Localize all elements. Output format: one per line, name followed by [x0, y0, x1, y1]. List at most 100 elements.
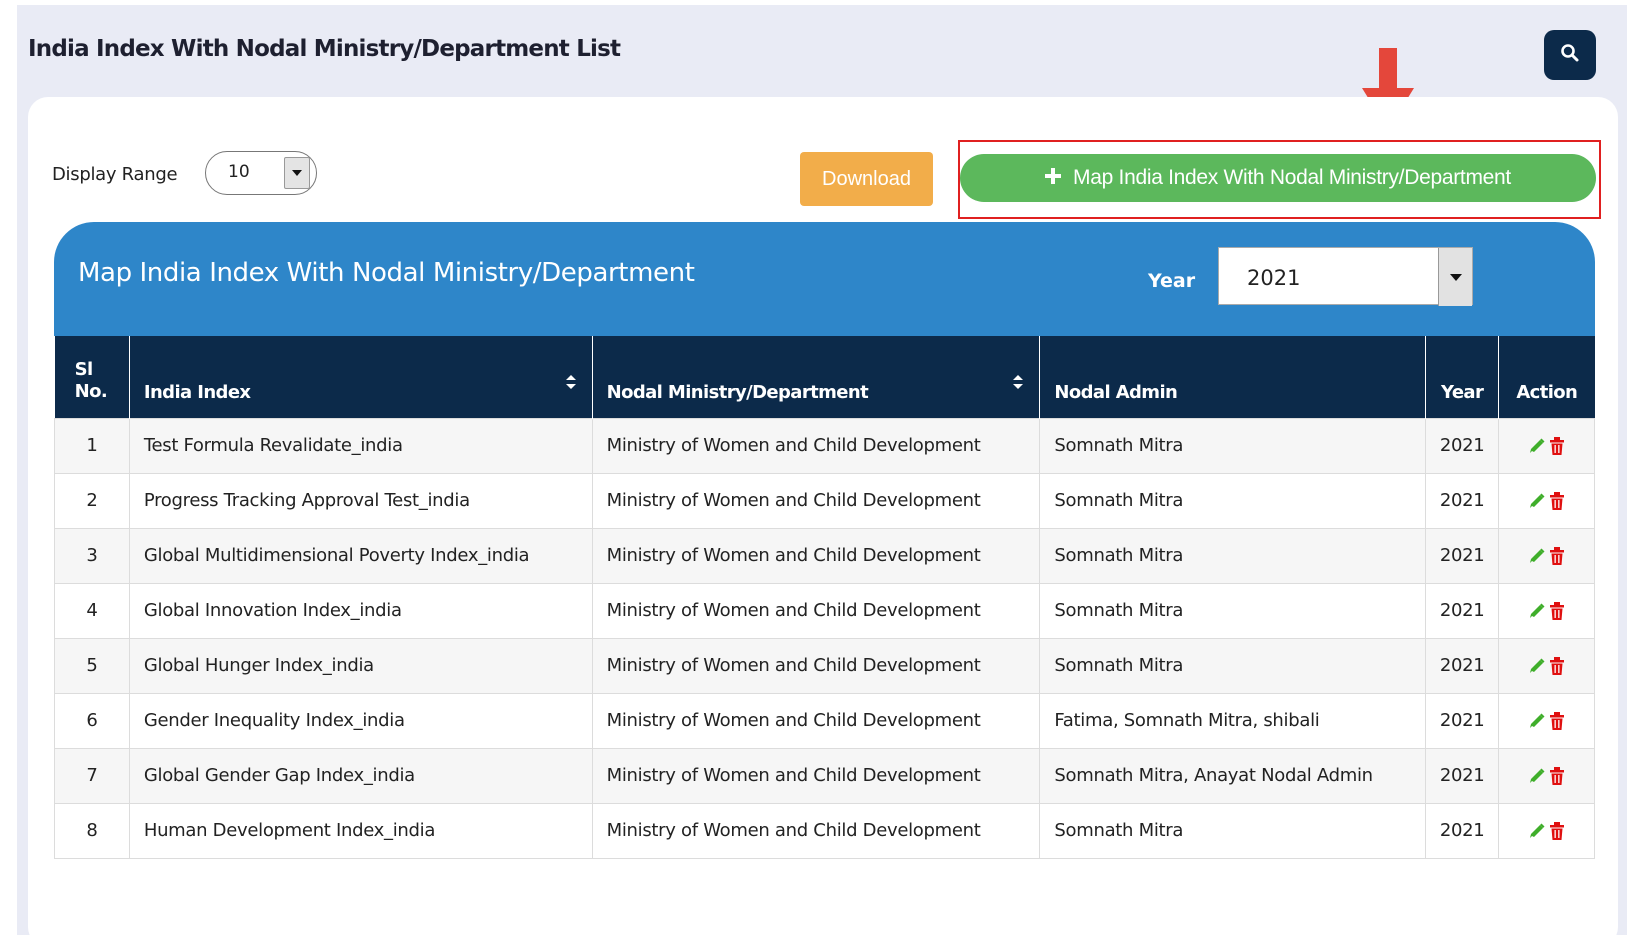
column-header-index[interactable]: India Index — [129, 336, 593, 418]
cell-nodal-ministry: Ministry of Women and Child Development — [591, 472, 1041, 529]
column-header-label: India Index — [143, 381, 251, 403]
cell-india-index: Global Gender Gap Index_india — [128, 747, 593, 804]
table-row: 5 Global Hunger Index_india Ministry of Wo… — [54, 637, 1595, 694]
year-filter-label: Year — [1148, 270, 1196, 292]
index-table: Sl No. India Index Nodal Ministry/Depart… — [54, 336, 1595, 859]
table-row: 8 Human Development Index_india Ministry o… — [54, 802, 1595, 859]
cell-action — [1498, 637, 1595, 694]
cell-nodal-ministry: Ministry of Women and Child Development — [591, 802, 1041, 859]
caret-down-icon[interactable] — [1438, 248, 1472, 306]
trash-icon[interactable] — [1549, 491, 1565, 510]
cell-year: 2021 — [1425, 802, 1500, 859]
cell-nodal-admin: Somnath Mitra — [1039, 472, 1427, 529]
cell-nodal-admin: Fatima, Somnath Mitra, shibali — [1039, 692, 1427, 749]
pencil-icon[interactable] — [1529, 768, 1545, 784]
cell-action — [1498, 692, 1595, 749]
table-header-row: Sl No. India Index Nodal Ministry/Depart… — [54, 336, 1595, 418]
year-select-value: 2021 — [1247, 266, 1301, 290]
cell-year: 2021 — [1425, 582, 1500, 639]
trash-icon[interactable] — [1549, 546, 1565, 565]
pencil-icon[interactable] — [1529, 713, 1545, 729]
column-header-year: Year — [1425, 336, 1500, 418]
cell-nodal-admin: Somnath Mitra — [1039, 582, 1427, 639]
cell-sl: 3 — [54, 527, 130, 584]
download-button[interactable]: Download — [800, 152, 933, 206]
cell-year: 2021 — [1425, 747, 1500, 804]
cell-nodal-ministry: Ministry of Women and Child Development — [591, 692, 1041, 749]
sort-icon[interactable] — [1013, 373, 1024, 394]
cell-action — [1498, 747, 1595, 804]
column-header-ministry[interactable]: Nodal Ministry/Department — [592, 336, 1041, 418]
cell-india-index: Gender Inequality Index_india — [128, 692, 593, 749]
display-range-label: Display Range — [52, 164, 178, 185]
column-header-label: Year — [1441, 381, 1484, 403]
column-header-label: Action — [1516, 381, 1578, 403]
trash-icon[interactable] — [1549, 601, 1565, 620]
column-header-admin: Nodal Admin — [1039, 336, 1427, 418]
table-row: 7 Global Gender Gap Index_india Ministry o… — [54, 747, 1595, 804]
cell-sl: 5 — [54, 637, 130, 694]
display-range-value: 10 — [228, 162, 250, 182]
cell-action — [1498, 417, 1595, 474]
cell-nodal-ministry: Ministry of Women and Child Development — [591, 527, 1041, 584]
pencil-icon[interactable] — [1529, 658, 1545, 674]
cell-sl: 6 — [54, 692, 130, 749]
pencil-icon[interactable] — [1529, 823, 1545, 839]
cell-sl: 4 — [54, 582, 130, 639]
trash-icon[interactable] — [1549, 656, 1565, 675]
panel-header: Map India Index With Nodal Ministry/Depa… — [54, 222, 1595, 336]
cell-sl: 7 — [54, 747, 130, 804]
cell-nodal-ministry: Ministry of Women and Child Development — [591, 747, 1041, 804]
caret-down-icon[interactable] — [284, 157, 310, 189]
table-row: 1 Test Formula Revalidate_india Ministry o… — [54, 417, 1595, 474]
trash-icon[interactable] — [1549, 766, 1565, 785]
cell-year: 2021 — [1425, 637, 1500, 694]
cell-india-index: Test Formula Revalidate_india — [128, 417, 593, 474]
cell-year: 2021 — [1425, 527, 1500, 584]
search-icon — [1560, 43, 1580, 67]
trash-icon[interactable] — [1549, 711, 1565, 730]
year-select[interactable]: 2021 — [1218, 247, 1473, 306]
cell-nodal-admin: Somnath Mitra — [1039, 802, 1427, 859]
cell-nodal-ministry: Ministry of Women and Child Development — [591, 637, 1041, 694]
table-row: 4 Global Innovation Index_india Ministry o… — [54, 582, 1595, 639]
cell-nodal-admin: Somnath Mitra, Anayat Nodal Admin — [1039, 747, 1427, 804]
column-header-action: Action — [1499, 336, 1595, 418]
cell-sl: 2 — [54, 472, 130, 529]
pencil-icon[interactable] — [1529, 603, 1545, 619]
cell-action — [1498, 582, 1595, 639]
cell-sl: 8 — [54, 802, 130, 859]
column-header-label: Sl No. — [74, 358, 108, 402]
cell-nodal-admin: Somnath Mitra — [1039, 527, 1427, 584]
cell-nodal-ministry: Ministry of Women and Child Development — [591, 417, 1041, 474]
cell-nodal-ministry: Ministry of Women and Child Development — [591, 582, 1041, 639]
cell-nodal-admin: Somnath Mitra — [1039, 637, 1427, 694]
cell-india-index: Global Innovation Index_india — [128, 582, 593, 639]
map-button-label: Map India Index With Nodal Ministry/Depa… — [1073, 166, 1511, 189]
trash-icon[interactable] — [1549, 821, 1565, 840]
cell-year: 2021 — [1425, 472, 1500, 529]
map-index-button[interactable]: Map India Index With Nodal Ministry/Depa… — [960, 154, 1596, 202]
trash-icon[interactable] — [1549, 436, 1565, 455]
table-row: 2 Progress Tracking Approval Test_india Mi… — [54, 472, 1595, 529]
cell-year: 2021 — [1425, 417, 1500, 474]
column-header-sl: Sl No. — [54, 336, 130, 418]
page-title: India Index With Nodal Ministry/Departme… — [28, 36, 621, 62]
cell-action — [1498, 472, 1595, 529]
pencil-icon[interactable] — [1529, 493, 1545, 509]
cell-sl: 1 — [54, 417, 130, 474]
sort-icon[interactable] — [565, 373, 576, 394]
cell-nodal-admin: Somnath Mitra — [1039, 417, 1427, 474]
pencil-icon[interactable] — [1529, 548, 1545, 564]
column-header-label: Nodal Admin — [1054, 381, 1178, 403]
cell-action — [1498, 802, 1595, 859]
cell-india-index: Human Development Index_india — [128, 802, 593, 859]
table-row: 3 Global Multidimensional Poverty Index_i… — [54, 527, 1595, 584]
cell-india-index: Progress Tracking Approval Test_india — [128, 472, 593, 529]
display-range-select[interactable]: 10 — [205, 151, 317, 195]
pencil-icon[interactable] — [1529, 438, 1545, 454]
search-button[interactable] — [1544, 30, 1596, 80]
cell-india-index: Global Multidimensional Poverty Index_in… — [128, 527, 593, 584]
panel-title: Map India Index With Nodal Ministry/Depa… — [78, 258, 695, 288]
column-header-label: Nodal Ministry/Department — [606, 381, 869, 403]
